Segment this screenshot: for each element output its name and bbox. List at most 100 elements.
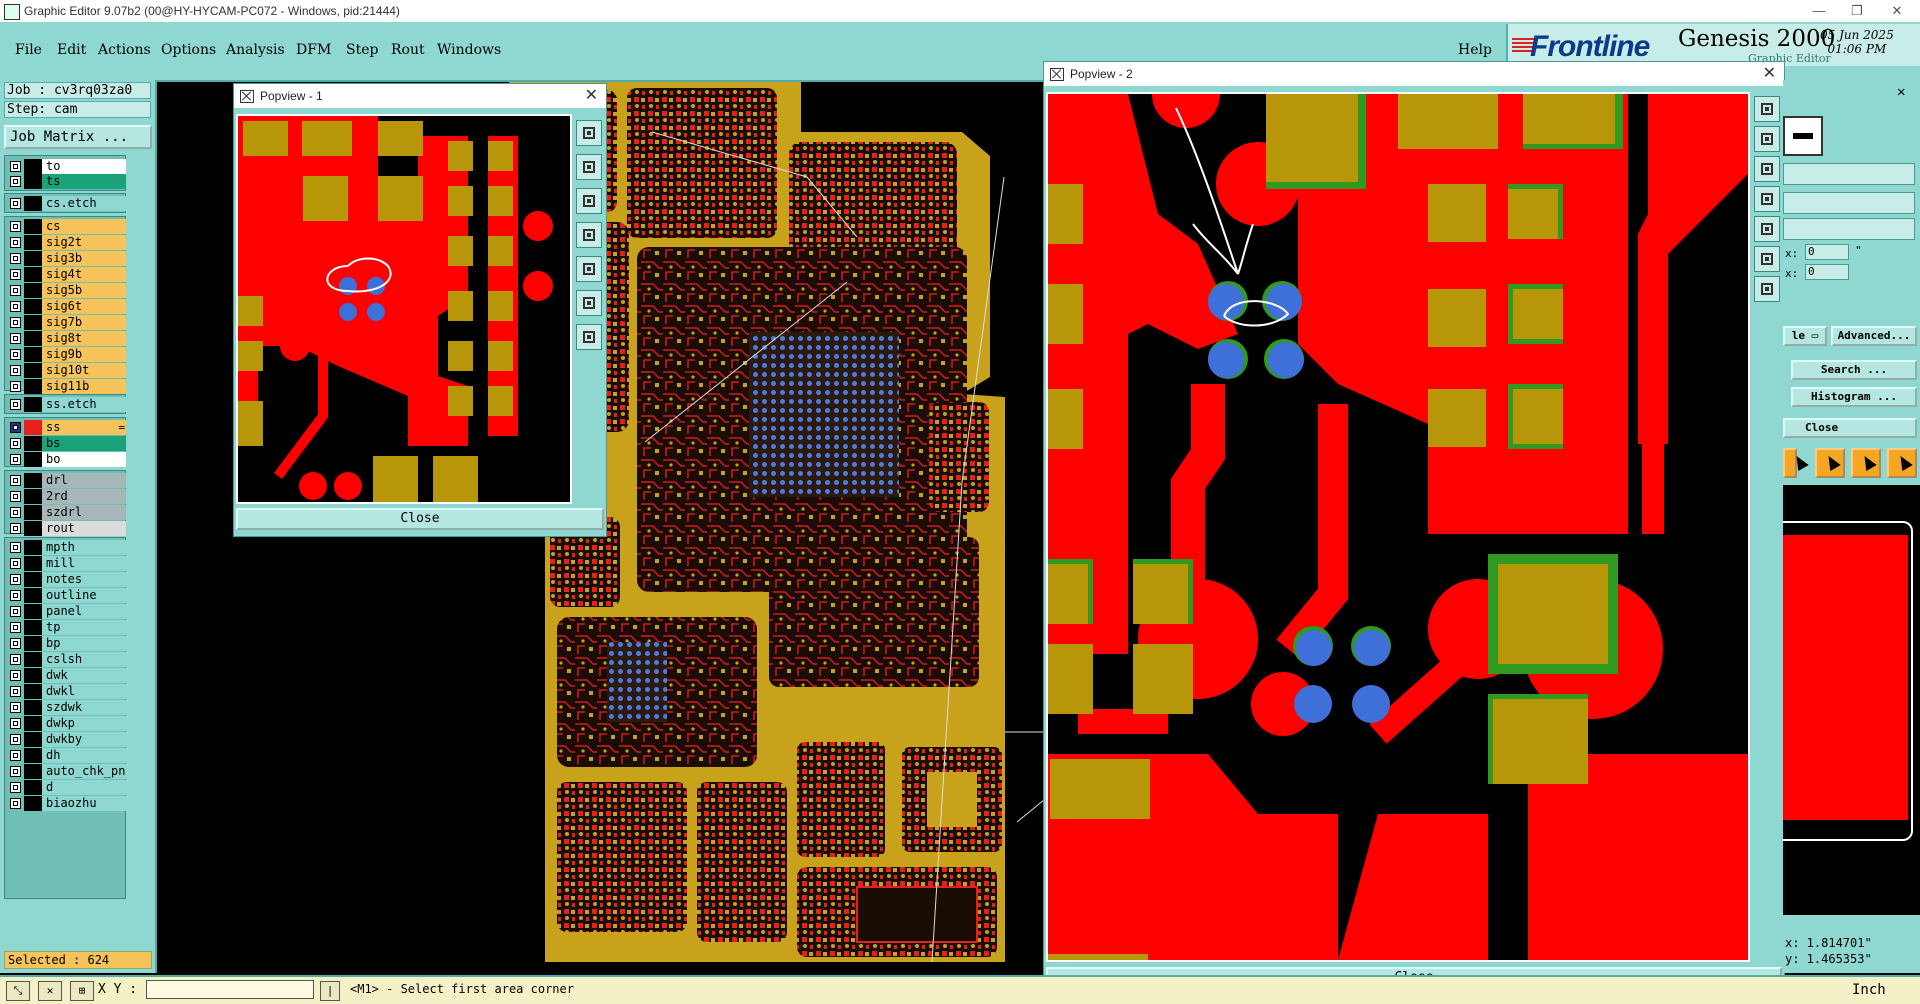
layer-checkbox[interactable] <box>10 542 21 553</box>
layer-checkbox[interactable] <box>10 750 21 761</box>
layer-row[interactable]: ts <box>5 174 127 189</box>
menu-edit[interactable]: Edit <box>57 42 86 58</box>
layer-row[interactable]: sig6t <box>5 299 127 314</box>
pan-left-icon[interactable] <box>576 222 602 248</box>
zoom-home-icon[interactable] <box>1754 96 1780 122</box>
menu-help[interactable]: Help <box>1458 42 1492 58</box>
layer-row[interactable]: rout <box>5 521 127 536</box>
layer-checkbox[interactable] <box>10 454 21 465</box>
layer-row[interactable]: sig8t <box>5 331 127 346</box>
layer-row[interactable]: biaozhu <box>5 796 127 811</box>
layer-row[interactable]: sig5b <box>5 283 127 298</box>
layer-checkbox[interactable] <box>10 491 21 502</box>
right-close-button[interactable]: Close <box>1783 418 1917 438</box>
layer-row[interactable]: drl <box>5 473 127 488</box>
menu-file[interactable]: File <box>15 42 42 58</box>
mode-dropdown[interactable]: le ▭ <box>1783 326 1827 346</box>
layer-row[interactable]: szdrl <box>5 505 127 520</box>
layer-checkbox[interactable] <box>10 285 21 296</box>
job-matrix-button[interactable]: Job Matrix ... <box>4 125 152 149</box>
right-field-2[interactable] <box>1783 192 1915 214</box>
layer-checkbox[interactable] <box>10 253 21 264</box>
layer-row[interactable]: 2rd <box>5 489 127 504</box>
menu-rout[interactable]: Rout <box>391 42 425 58</box>
layer-row[interactable]: sig2t <box>5 235 127 250</box>
layer-row[interactable]: tp <box>5 620 127 635</box>
layer-row[interactable]: szdwk <box>5 700 127 715</box>
layer-row[interactable]: sig7b <box>5 315 127 330</box>
layer-checkbox[interactable] <box>10 654 21 665</box>
layer-checkbox[interactable] <box>10 349 21 360</box>
snap-icon[interactable]: | <box>320 981 340 1001</box>
layer-checkbox[interactable] <box>10 606 21 617</box>
layer-checkbox[interactable] <box>10 558 21 569</box>
layer-row[interactable]: bs <box>5 436 127 451</box>
layer-row[interactable]: dwkby <box>5 732 127 747</box>
units-selector[interactable]: Inch <box>1852 982 1886 998</box>
select-arrow-icon[interactable] <box>1815 448 1845 478</box>
layer-row[interactable]: to <box>5 159 127 174</box>
zoom-out-icon[interactable] <box>1754 156 1780 182</box>
layer-row[interactable]: sig4t <box>5 267 127 282</box>
zoom-out-icon[interactable] <box>576 188 602 214</box>
menu-options[interactable]: Options <box>161 42 216 58</box>
select-multi-icon[interactable] <box>1887 448 1917 478</box>
zoom-minus-icon[interactable] <box>1783 116 1823 156</box>
pan-right-icon[interactable] <box>1754 216 1780 242</box>
layer-row[interactable]: sig10t <box>5 363 127 378</box>
layer-row[interactable]: dwkl <box>5 684 127 699</box>
layer-row[interactable]: bo <box>5 452 127 467</box>
layer-row[interactable]: ss = <box>5 420 127 435</box>
layer-checkbox[interactable] <box>10 638 21 649</box>
menu-actions[interactable]: Actions <box>98 42 151 58</box>
popview-1-close-icon[interactable]: ✕ <box>585 84 598 108</box>
right-field-1[interactable] <box>1783 163 1915 185</box>
layer-row[interactable]: panel <box>5 604 127 619</box>
layer-checkbox[interactable] <box>10 301 21 312</box>
layer-row[interactable]: mpth <box>5 540 127 555</box>
layer-row[interactable]: sig11b <box>5 379 127 394</box>
layer-checkbox[interactable] <box>10 161 21 172</box>
zoom-in-icon[interactable] <box>576 154 602 180</box>
popview-2-canvas[interactable] <box>1046 92 1750 962</box>
menu-step[interactable]: Step <box>346 42 378 58</box>
layer-checkbox[interactable] <box>10 622 21 633</box>
layer-checkbox[interactable] <box>10 670 21 681</box>
layer-row[interactable]: dwk <box>5 668 127 683</box>
layer-row[interactable]: dh <box>5 748 127 763</box>
popview-1-close-button[interactable]: Close <box>236 508 604 530</box>
grid-mode-icon[interactable]: ⊞ <box>70 981 94 1001</box>
layer-row[interactable]: outline <box>5 588 127 603</box>
x-field-input[interactable]: 0 <box>1805 244 1849 260</box>
layer-checkbox[interactable] <box>10 782 21 793</box>
layer-row[interactable]: mill <box>5 556 127 571</box>
popview-1-canvas[interactable] <box>236 114 572 504</box>
menu-dfm[interactable]: DFM <box>296 42 331 58</box>
layer-row[interactable]: cs.etch <box>5 196 127 211</box>
select-tool-icon[interactable] <box>1783 448 1797 478</box>
menu-windows[interactable]: Windows <box>437 42 501 58</box>
fit-view-icon[interactable] <box>576 290 602 316</box>
layer-row[interactable]: ss.etch <box>5 397 127 412</box>
advanced-button[interactable]: Advanced... <box>1831 326 1917 346</box>
layer-row[interactable]: cslsh <box>5 652 127 667</box>
layer-checkbox[interactable] <box>10 734 21 745</box>
redraw-icon[interactable] <box>1754 276 1780 302</box>
zoom-in-icon[interactable] <box>1754 126 1780 152</box>
layer-checkbox[interactable] <box>10 333 21 344</box>
menu-analysis[interactable]: Analysis <box>226 42 285 58</box>
right-panel-close-icon[interactable]: ✕ <box>1897 84 1905 100</box>
histogram-button[interactable]: Histogram ... <box>1791 387 1917 407</box>
layer-checkbox[interactable] <box>10 422 21 433</box>
select-mode-icon[interactable]: ⤡ <box>6 981 30 1001</box>
search-button[interactable]: Search ... <box>1791 360 1917 380</box>
redraw-icon[interactable] <box>576 324 602 350</box>
layer-row[interactable]: auto_chk_pn <box>5 764 127 779</box>
zoom-home-icon[interactable] <box>576 120 602 146</box>
fit-view-icon[interactable] <box>1754 246 1780 272</box>
layer-checkbox[interactable] <box>10 686 21 697</box>
layer-row[interactable]: d <box>5 780 127 795</box>
layer-checkbox[interactable] <box>10 317 21 328</box>
close-window-button[interactable]: ✕ <box>1874 0 1920 22</box>
layer-checkbox[interactable] <box>10 798 21 809</box>
